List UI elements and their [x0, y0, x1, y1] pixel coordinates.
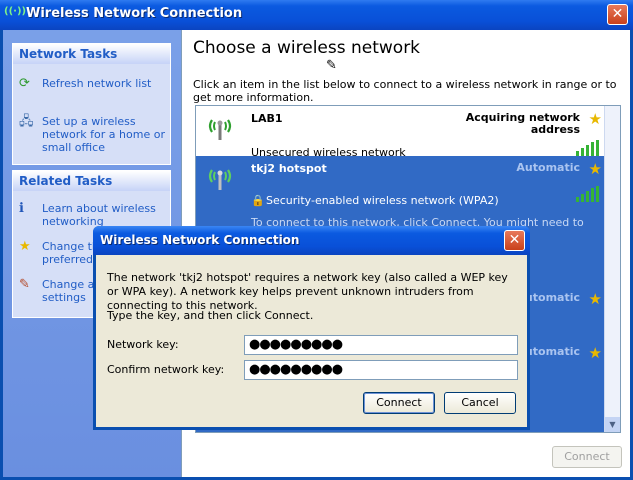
network-key-dialog: Wireless Network Connection ✕ The networ… — [93, 226, 530, 430]
window-close-button[interactable]: ✕ — [607, 4, 628, 25]
lock-icon: 🔒 — [251, 194, 265, 207]
dialog-cancel-button[interactable]: Cancel — [444, 392, 516, 414]
learn-wireless-label: Learn about wireless networking — [42, 202, 156, 228]
refresh-icon: ⟳ — [19, 76, 30, 91]
network-tasks-box: Network Tasks ⟳ Refresh network list 🖧 S… — [12, 43, 171, 165]
window-title: Wireless Network Connection — [26, 6, 243, 21]
list-scrollbar[interactable]: ▼ — [604, 106, 620, 432]
dialog-title: Wireless Network Connection — [100, 233, 300, 247]
network-status: Acquiring network address — [465, 111, 580, 136]
network-tasks-heading: Network Tasks — [13, 44, 170, 64]
refresh-network-list-label: Refresh network list — [42, 77, 152, 90]
window-title-bar[interactable]: ((·)) Wireless Network Connection ✕ — [0, 0, 633, 30]
dialog-message: The network 'tkj2 hotspot' requires a ne… — [107, 271, 508, 312]
network-item-lab1[interactable]: LAB1 Acquiring network address ★ Unsecur… — [196, 106, 606, 159]
cursor-pen-icon: ✎ — [326, 58, 337, 73]
signal-strength-icon — [576, 186, 600, 202]
page-title: Choose a wireless network — [193, 38, 421, 58]
dialog-prompt: Type the key, and then click Connect. — [107, 309, 314, 322]
dialog-body: The network 'tkj2 hotspot' requires a ne… — [96, 255, 527, 427]
network-name: tkj2 hotspot — [251, 162, 327, 175]
network-status: Automatic — [516, 161, 580, 174]
network-key-label: Network key: — [107, 338, 179, 351]
preferred-star-icon: ★ — [588, 160, 602, 178]
preferred-star-icon: ★ — [588, 290, 602, 308]
network-security: Security-enabled wireless network (WPA2) — [266, 194, 499, 207]
advanced-settings-icon: ✎ — [19, 277, 30, 292]
wireless-antenna-icon — [208, 119, 232, 140]
instruction-text: Click an item in the list below to conne… — [193, 78, 617, 104]
setup-wireless-icon: 🖧 — [19, 114, 34, 129]
confirm-network-key-input[interactable]: ●●●●●●●●● — [244, 360, 518, 380]
dialog-title-bar[interactable]: Wireless Network Connection ✕ — [93, 226, 530, 255]
setup-wireless-network-label: Set up a wireless network for a home or … — [42, 115, 165, 154]
preferred-star-icon: ★ — [588, 344, 602, 362]
network-name: LAB1 — [251, 112, 283, 125]
info-icon: ℹ — [19, 201, 24, 216]
wireless-antenna-icon — [208, 169, 232, 190]
scroll-down-arrow-icon[interactable]: ▼ — [605, 417, 620, 432]
wireless-network-icon: ((·)) — [4, 6, 27, 17]
connect-button[interactable]: Connect — [552, 446, 622, 468]
network-key-input[interactable]: ●●●●●●●●● — [244, 335, 518, 355]
star-icon: ★ — [19, 239, 31, 254]
confirm-network-key-label: Confirm network key: — [107, 363, 225, 376]
signal-strength-icon — [576, 140, 600, 156]
related-tasks-heading: Related Tasks — [13, 171, 170, 191]
dialog-connect-button[interactable]: Connect — [363, 392, 435, 414]
dialog-close-button[interactable]: ✕ — [504, 230, 525, 251]
preferred-star-icon: ★ — [588, 110, 602, 128]
